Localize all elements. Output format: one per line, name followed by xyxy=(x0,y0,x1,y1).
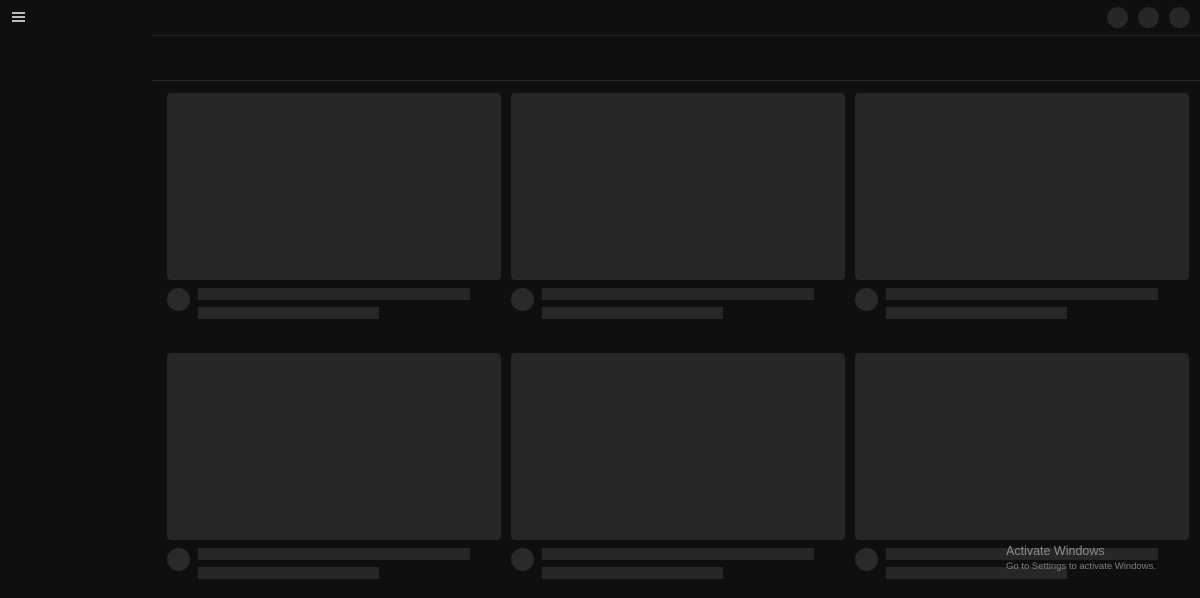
video-card-skeleton[interactable] xyxy=(855,93,1189,319)
thumbnail-skeleton xyxy=(855,93,1189,280)
topbar-action-1-placeholder-icon[interactable] xyxy=(1107,7,1128,28)
video-meta-skeleton xyxy=(511,288,845,324)
header-divider xyxy=(152,35,1200,36)
video-card-skeleton[interactable] xyxy=(511,93,845,319)
subtitle-line-skeleton xyxy=(542,307,723,319)
avatar-skeleton xyxy=(167,548,190,571)
video-meta-skeleton xyxy=(167,288,501,324)
thumbnail-skeleton xyxy=(855,353,1189,540)
thumbnail-skeleton xyxy=(511,93,845,280)
chips-divider xyxy=(152,80,1200,81)
avatar-skeleton xyxy=(855,548,878,571)
avatar-skeleton xyxy=(167,288,190,311)
subtitle-line-skeleton xyxy=(886,307,1067,319)
thumbnail-skeleton xyxy=(511,353,845,540)
title-line-skeleton xyxy=(542,288,814,300)
video-card-skeleton[interactable] xyxy=(855,353,1189,579)
avatar-skeleton xyxy=(511,288,534,311)
title-line-skeleton xyxy=(886,548,1158,560)
avatar-skeleton xyxy=(855,288,878,311)
video-meta-skeleton xyxy=(511,548,845,584)
thumbnail-skeleton xyxy=(167,93,501,280)
video-card-skeleton[interactable] xyxy=(167,93,501,319)
video-card-skeleton[interactable] xyxy=(167,353,501,579)
title-line-skeleton xyxy=(886,288,1158,300)
video-meta-skeleton xyxy=(855,288,1189,324)
subtitle-line-skeleton xyxy=(198,567,379,579)
video-grid xyxy=(167,93,1189,579)
hamburger-menu-icon[interactable] xyxy=(12,11,25,22)
subtitle-line-skeleton xyxy=(198,307,379,319)
video-card-skeleton[interactable] xyxy=(511,353,845,579)
thumbnail-skeleton xyxy=(167,353,501,540)
title-line-skeleton xyxy=(198,288,470,300)
topbar-actions xyxy=(1107,7,1190,28)
app-window: Activate Windows Go to Settings to activ… xyxy=(0,0,1200,598)
topbar-action-3-placeholder-icon[interactable] xyxy=(1169,7,1190,28)
sidebar xyxy=(0,0,152,598)
title-line-skeleton xyxy=(542,548,814,560)
subtitle-line-skeleton xyxy=(886,567,1067,579)
video-meta-skeleton xyxy=(167,548,501,584)
topbar-action-2-placeholder-icon[interactable] xyxy=(1138,7,1159,28)
avatar-skeleton xyxy=(511,548,534,571)
title-line-skeleton xyxy=(198,548,470,560)
subtitle-line-skeleton xyxy=(542,567,723,579)
video-meta-skeleton xyxy=(855,548,1189,584)
